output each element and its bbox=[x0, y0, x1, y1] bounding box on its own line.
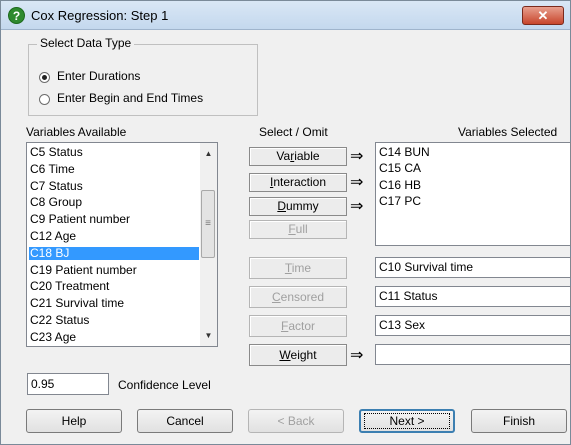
time-button[interactable]: Time bbox=[249, 257, 347, 279]
variable-item[interactable]: C6 Time bbox=[30, 162, 198, 176]
enter-durations-label[interactable]: Enter Durations bbox=[57, 69, 140, 83]
scroll-thumb[interactable]: ≡ bbox=[201, 190, 215, 258]
variable-item[interactable]: C12 Age bbox=[30, 230, 198, 243]
variable-item[interactable]: C19 Patient number bbox=[30, 263, 198, 277]
title-bar[interactable]: ? Cox Regression: Step 1 ✕ bbox=[1, 1, 570, 30]
scroll-up-icon[interactable]: ▲ bbox=[200, 145, 217, 162]
variables-selected-label: Variables Selected bbox=[458, 125, 558, 139]
selected-variable-item[interactable]: C16 HB bbox=[379, 178, 421, 192]
full-button[interactable]: Full bbox=[249, 220, 347, 239]
arrow-right-icon: ⇒ bbox=[350, 198, 364, 215]
dummy-button[interactable]: Dummy bbox=[249, 197, 347, 216]
variable-item[interactable]: C18 BJ bbox=[29, 246, 199, 260]
interaction-button[interactable]: Interaction bbox=[249, 173, 347, 192]
variable-item[interactable]: C20 Treatment bbox=[30, 280, 198, 293]
arrow-right-icon: ⇒ bbox=[350, 174, 364, 191]
enter-durations-radio[interactable] bbox=[39, 72, 50, 83]
arrow-right-icon: ⇒ bbox=[350, 347, 364, 364]
censored-button[interactable]: Censored bbox=[249, 286, 347, 308]
weight-button[interactable]: Weight bbox=[249, 344, 347, 366]
variable-item[interactable]: C21 Survival time bbox=[30, 297, 198, 310]
time-variable-field[interactable]: C10 Survival time bbox=[375, 257, 571, 278]
confidence-level-input[interactable]: 0.95 bbox=[27, 373, 109, 395]
selected-variable-item[interactable]: C15 CA bbox=[379, 162, 421, 175]
variable-item[interactable]: C22 Status bbox=[30, 314, 198, 327]
factor-variable-field[interactable]: C13 Sex bbox=[375, 315, 571, 336]
variable-item[interactable]: C23 Age bbox=[30, 330, 198, 344]
variables-available-label: Variables Available bbox=[26, 125, 127, 139]
enter-begin-end-radio[interactable] bbox=[39, 94, 50, 105]
factor-button[interactable]: Factor bbox=[249, 315, 347, 337]
finish-button[interactable]: Finish bbox=[471, 409, 567, 433]
back-button[interactable]: < Back bbox=[248, 409, 344, 433]
censored-variable-field[interactable]: C11 Status bbox=[375, 286, 571, 307]
close-button[interactable]: ✕ bbox=[522, 6, 564, 25]
scroll-down-icon[interactable]: ▼ bbox=[200, 327, 217, 344]
variables-scrollbar[interactable]: ▲ ≡ ▼ bbox=[200, 143, 217, 346]
next-button[interactable]: Next > bbox=[359, 409, 455, 433]
focus-ring bbox=[364, 413, 450, 429]
variable-item[interactable]: C8 Group bbox=[30, 196, 198, 209]
variable-button[interactable]: Variable bbox=[249, 147, 347, 166]
variables-available-list[interactable]: C5 Status C6 Time C7 Status C8 Group C9 Pati… bbox=[26, 142, 218, 347]
selected-variable-item[interactable]: C17 PC bbox=[379, 194, 421, 208]
help-button[interactable]: Help bbox=[26, 409, 122, 433]
variable-item[interactable]: C5 Status bbox=[30, 146, 198, 159]
selected-variable-item[interactable]: C14 BUN bbox=[379, 146, 430, 159]
cancel-button[interactable]: Cancel bbox=[137, 409, 233, 433]
enter-begin-end-label[interactable]: Enter Begin and End Times bbox=[57, 91, 203, 105]
variable-item[interactable]: C7 Status bbox=[30, 179, 198, 193]
select-omit-label: Select / Omit bbox=[259, 125, 328, 139]
variable-item[interactable]: C9 Patient number bbox=[30, 213, 198, 226]
data-type-group-label: Select Data Type bbox=[37, 36, 135, 50]
confidence-level-label: Confidence Level bbox=[118, 378, 211, 392]
cox-regression-dialog: ? Cox Regression: Step 1 ✕ Select Data T… bbox=[0, 0, 571, 445]
weight-variable-field[interactable] bbox=[375, 344, 571, 365]
arrow-right-icon: ⇒ bbox=[350, 148, 364, 165]
help-question-icon: ? bbox=[8, 7, 25, 24]
window-title: Cox Regression: Step 1 bbox=[31, 8, 169, 23]
variables-selected-list[interactable]: C14 BUN C15 CA C16 HB C17 PC bbox=[375, 142, 571, 246]
